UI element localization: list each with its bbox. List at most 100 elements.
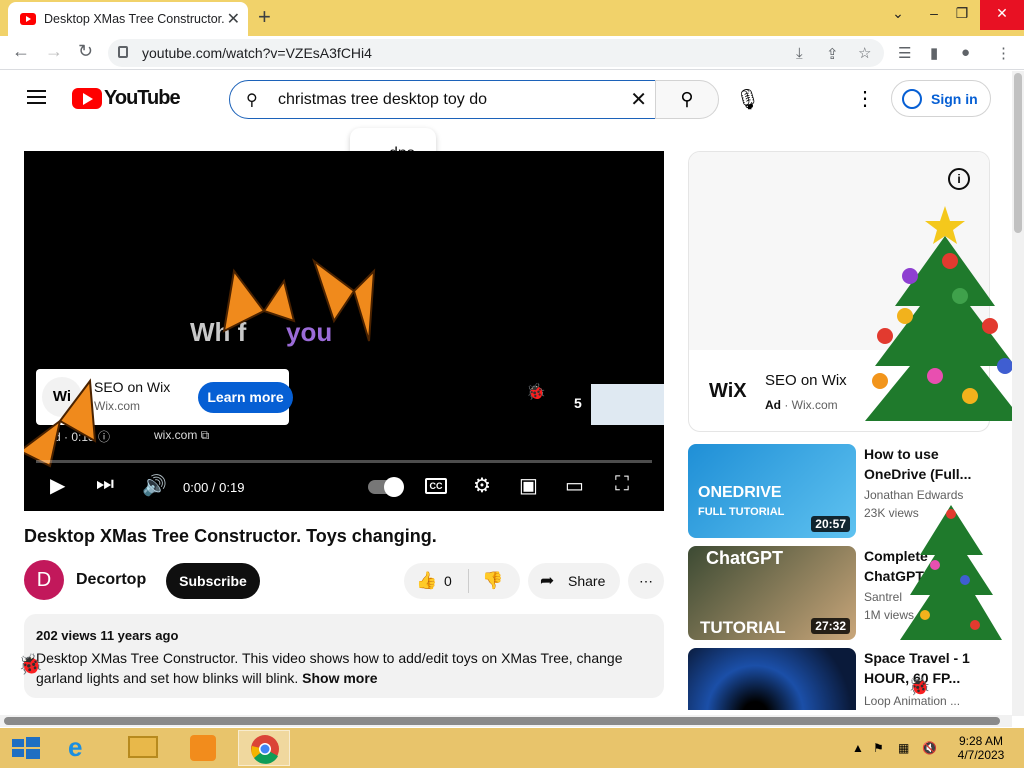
skip-countdown: 5 [574,395,582,411]
youtube-logo-icon[interactable] [72,88,102,109]
next-video-preview[interactable] [591,384,664,425]
tab-strip: Desktop XMas Tree Constructor. ✕ + ⌄ – ❐… [0,0,1024,36]
search-input[interactable]: ⚲ christmas tree desktop toy do ✕ [229,80,656,119]
description-box[interactable]: 202 views 11 years ago Desktop XMas Tree… [24,614,664,698]
theater-mode-icon[interactable]: ▭ [565,473,584,498]
sign-in-button[interactable]: Sign in [891,80,991,117]
address-bar[interactable]: youtube.com/watch?v=VZEsA3fCHi4 ⤓ ⇪ ☆ [108,39,884,67]
folder-icon [128,736,158,758]
bookmark-star-icon[interactable]: ☆ [858,44,871,62]
scrollbar-thumb[interactable] [4,717,1000,725]
ladybug-icon: 🐞 [908,676,931,696]
settings-more-icon[interactable]: ⋮ [855,86,875,111]
fullscreen-icon[interactable]: ⛶ [615,473,629,496]
youtube-wordmark[interactable]: YouTube [104,87,181,110]
search-submit-icon: ⚲ [680,89,694,109]
video-player[interactable]: Wh f you Wi SEO on Wix Wix.com Learn mor… [24,151,664,511]
menu-hamburger-icon[interactable] [27,90,46,104]
dislike-icon[interactable]: 👎 [482,571,503,591]
restore-icon[interactable]: ❐ [944,0,980,30]
autoplay-toggle[interactable] [368,477,404,497]
ladybug-icon: 🐞 [18,654,43,676]
next-icon[interactable]: ⏭ [96,473,114,496]
sidebar-ad-name: SEO on Wix [765,372,847,389]
windows-taskbar: e ▲ ⚑ ▦ 🔇 9:28 AM 4/7/2023 [0,728,1024,768]
side-panel-icon[interactable]: ▮ [930,44,938,62]
show-hidden-icons-icon[interactable]: ▲ [852,741,864,755]
volume-icon[interactable]: 🔊 [142,473,167,498]
butterfly-icon [24,378,97,468]
channel-name[interactable]: Decortop [76,571,146,589]
clock-date: 4/7/2023 [957,748,1005,762]
thumbnail-subtext: FULL TUTORIAL [698,506,785,518]
duration-badge: 20:57 [811,516,850,532]
sidebar-ad-logo: WiX [709,380,747,402]
account-icon [902,89,922,109]
share-button[interactable]: ➦ Share [528,563,620,599]
scrollbar-thumb[interactable] [1014,73,1022,233]
reload-icon[interactable]: ↻ [78,41,93,62]
ladybug-icon: 🐞 [526,384,546,401]
vertical-scrollbar[interactable] [1012,71,1024,716]
horizontal-scrollbar[interactable] [0,715,1012,727]
new-tab-icon[interactable]: + [258,4,271,30]
time-display: 0:00 / 0:19 [183,480,245,495]
microphone-icon[interactable]: 🎙 [735,87,760,112]
tab-search-icon[interactable]: ⌄ [880,0,916,30]
settings-gear-icon[interactable]: ⚙ [473,473,491,498]
sidebar-ad-domain: · Wix.com [784,398,838,412]
start-button[interactable] [0,730,52,766]
search-button[interactable]: ⚲ [655,80,719,119]
learn-more-button[interactable]: Learn more [198,382,293,413]
action-center-flag-icon[interactable]: ⚑ [873,741,884,755]
ad-link[interactable]: wix.com ⧉ [154,428,209,443]
miniplayer-icon[interactable]: ▣ [519,473,538,498]
share-label: Share [568,573,606,589]
search-query-text[interactable]: christmas tree desktop toy do [278,91,487,109]
play-icon[interactable]: ▶ [50,473,65,498]
file-explorer-button[interactable] [116,730,168,766]
video-thumbnail[interactable]: ChatGPT TUTORIAL 27:32 [688,546,856,640]
window-close-icon[interactable]: ✕ [980,0,1024,30]
subscribe-button[interactable]: Subscribe [166,563,260,599]
like-dislike-group: 👍 0 👎 [404,563,520,599]
volume-muted-icon[interactable]: 🔇 [922,741,937,755]
install-icon[interactable]: ⤓ [796,45,803,62]
reading-list-icon[interactable]: ☰ [898,44,911,62]
more-actions-button[interactable]: ⋯ [628,563,664,599]
tab-title: Desktop XMas Tree Constructor. [44,12,224,26]
captions-icon[interactable]: CC [425,478,447,494]
share-page-icon[interactable]: ⇪ [826,45,839,63]
clock-time: 9:28 AM [958,734,1004,748]
view-stats: 202 views 11 years ago [36,628,179,643]
like-icon[interactable]: 👍 [416,571,437,591]
chrome-taskbar-button[interactable] [238,730,290,766]
forward-arrow-icon[interactable]: → [45,41,63,62]
internet-explorer-icon: e [68,732,83,762]
list-item[interactable]: Space Travel - 1 HOUR, 60 FP... Loop Ani… [688,648,990,710]
lock-icon [118,46,128,58]
browser-menu-icon[interactable]: ⋮ [996,44,1011,62]
back-arrow-icon[interactable]: ← [12,41,30,62]
network-icon[interactable]: ▦ [898,741,909,755]
show-more-link[interactable]: Show more [302,670,377,686]
share-icon: ➦ [540,571,555,590]
tab-close-icon[interactable]: ✕ [227,9,240,29]
system-clock[interactable]: 9:28 AM 4/7/2023 [944,734,1018,762]
media-player-button[interactable] [176,730,228,766]
profile-icon[interactable]: ● [961,44,970,61]
channel-avatar[interactable]: D [24,560,64,600]
clear-search-icon[interactable]: ✕ [630,87,647,112]
video-title[interactable]: How to use OneDrive (Full... [864,444,982,484]
video-thumbnail[interactable] [688,648,856,710]
windows-logo-icon [12,737,40,759]
browser-tab[interactable]: Desktop XMas Tree Constructor. ✕ [8,2,248,36]
browser-toolbar: ← → ↻ youtube.com/watch?v=VZEsA3fCHi4 ⤓ … [0,36,1024,70]
search-icon: ⚲ [246,92,258,109]
progress-bar[interactable] [36,460,652,463]
video-thumbnail[interactable]: ONEDRIVE FULL TUTORIAL 20:57 [688,444,856,538]
info-icon[interactable]: i [948,168,970,190]
thumbnail-text: ONEDRIVE [698,484,782,501]
internet-explorer-button[interactable]: e [56,730,108,766]
description-text: Desktop XMas Tree Constructor. This vide… [36,648,636,688]
